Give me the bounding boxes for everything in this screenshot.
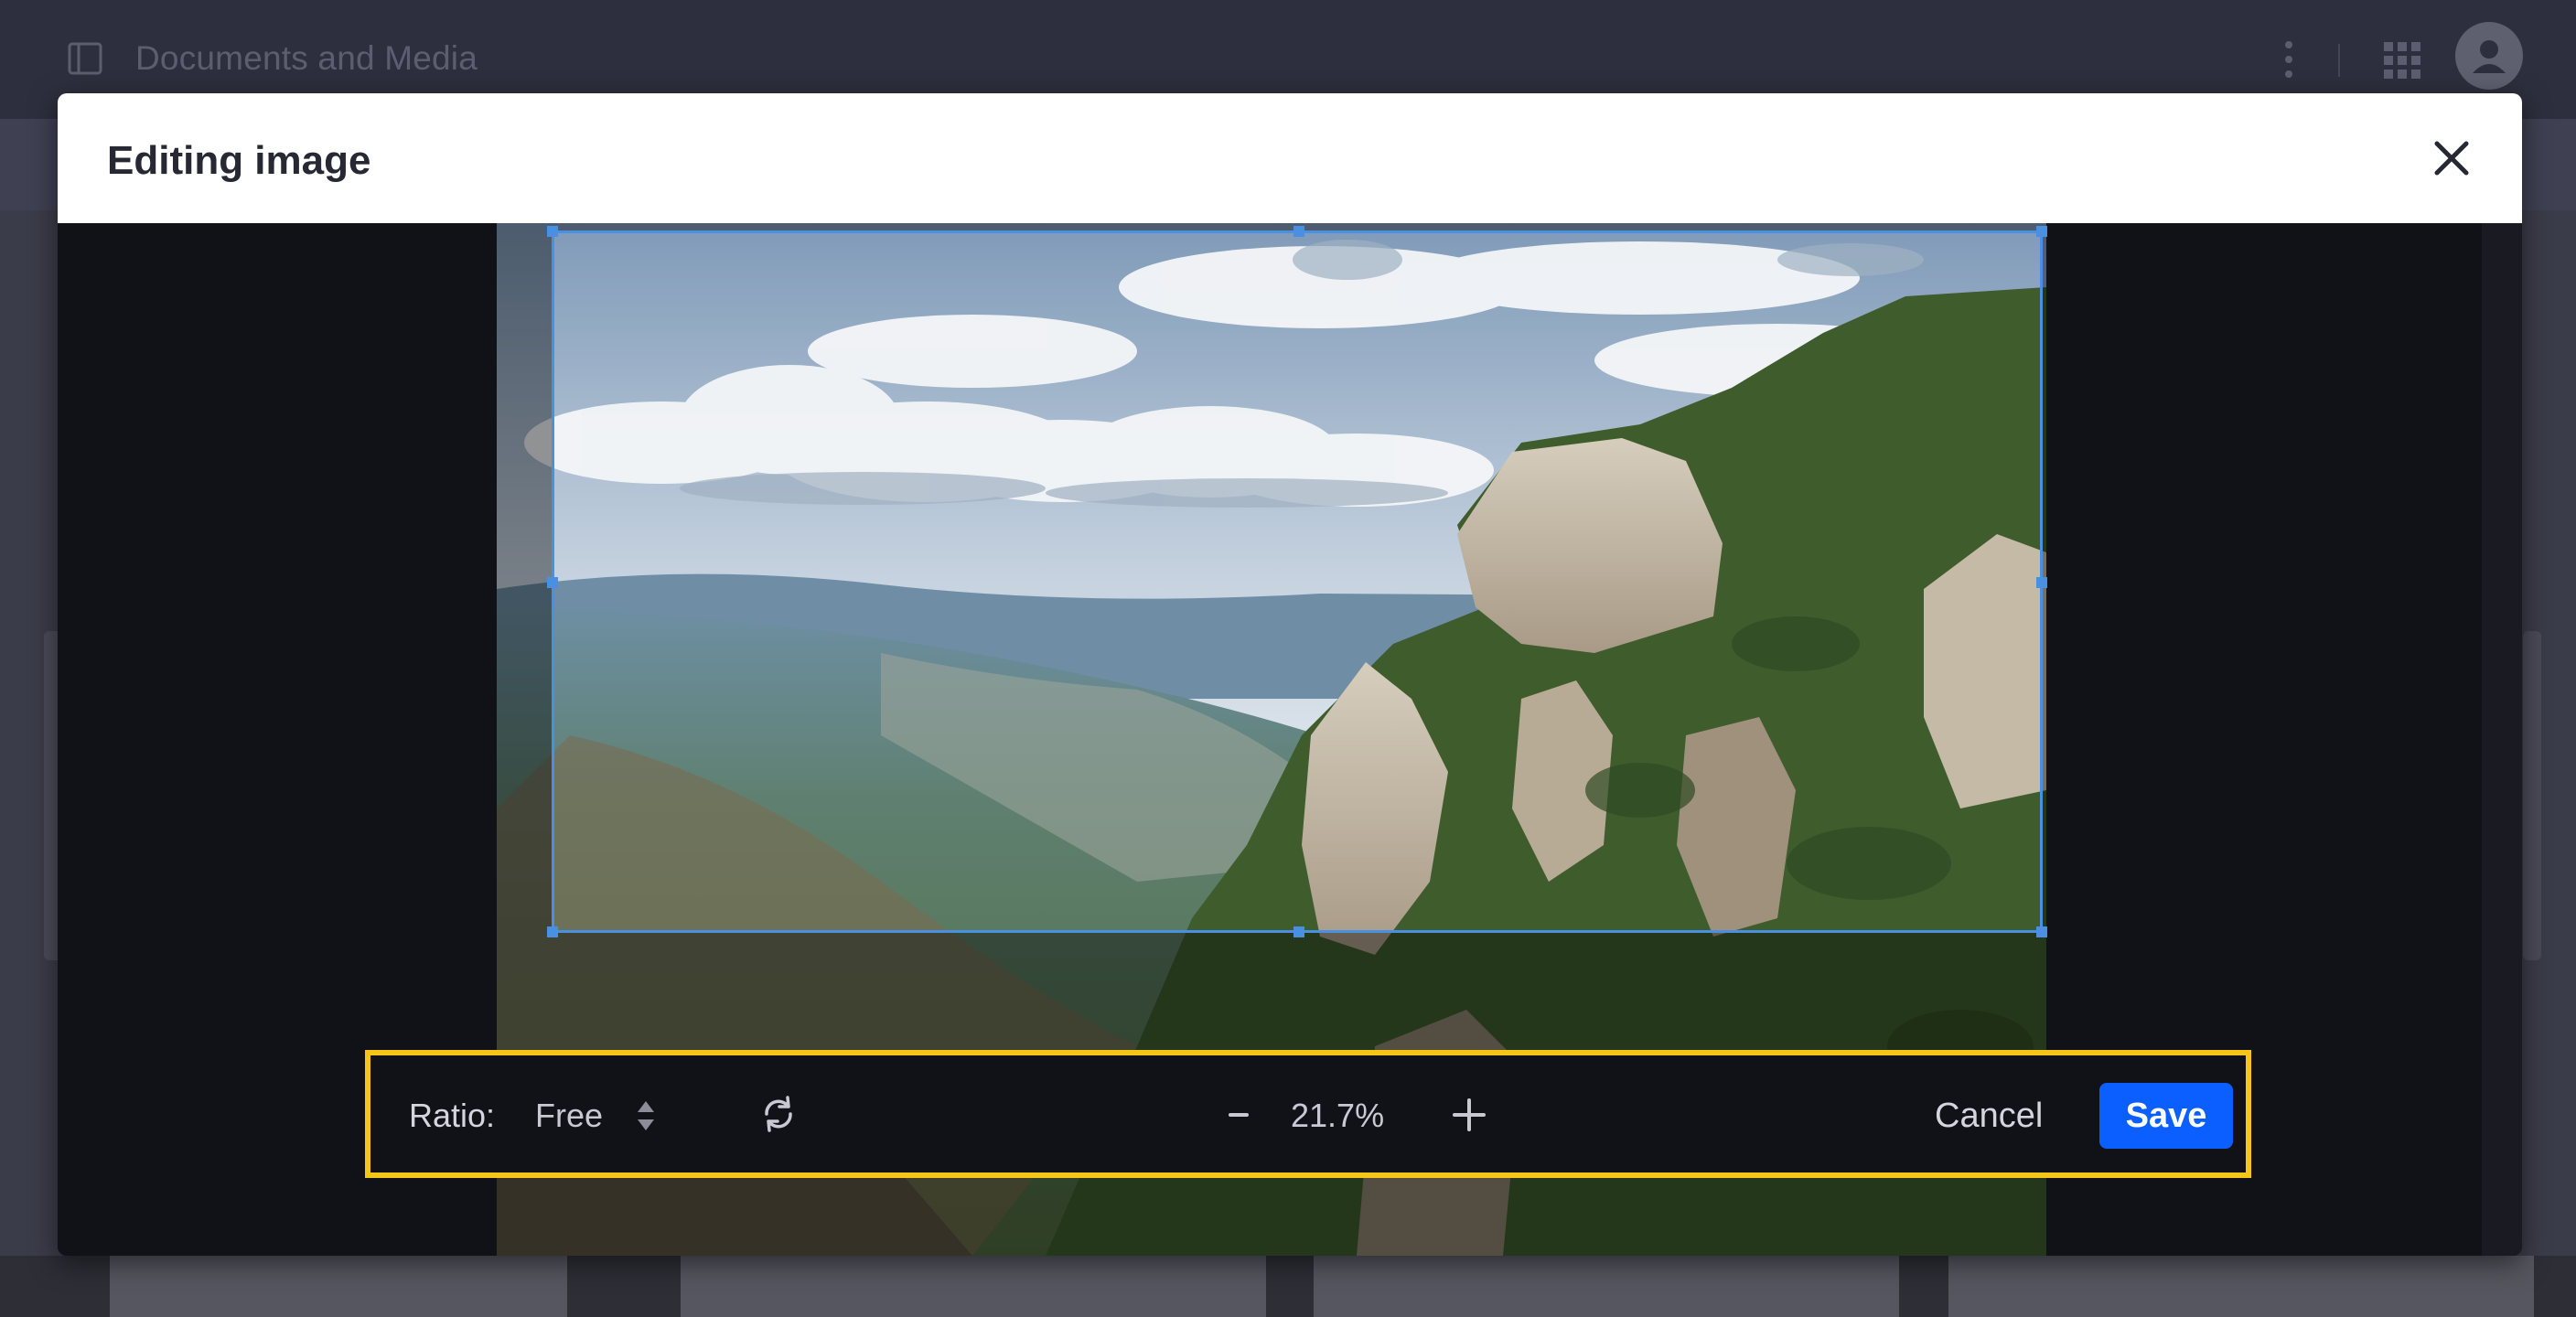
sort-caret-icon [638, 1101, 654, 1130]
crop-handle-left[interactable] [547, 577, 558, 588]
background-thumbnail [1948, 1256, 2534, 1317]
modal-header: Editing image [58, 93, 2522, 223]
crop-handle-bottom-right[interactable] [2036, 926, 2047, 937]
background-thumbnail [1314, 1256, 1899, 1317]
ratio-value: Free [535, 1097, 604, 1134]
minus-icon[interactable] [1212, 1088, 1265, 1141]
app-title: Documents and Media [135, 39, 478, 77]
crop-handle-top-left[interactable] [547, 226, 558, 237]
ratio-label: Ratio: [409, 1097, 496, 1134]
crop-handle-right[interactable] [2036, 577, 2047, 588]
save-button[interactable]: Save [2099, 1083, 2233, 1149]
rotate-icon[interactable] [758, 1094, 799, 1134]
modal-title: Editing image [107, 138, 371, 183]
user-avatar-icon[interactable] [2455, 22, 2523, 90]
crop-handle-bottom-left[interactable] [547, 926, 558, 937]
ratio-select[interactable]: Free [535, 1083, 700, 1149]
zoom-value: 21.7% [1291, 1097, 1385, 1134]
page-bottom-strip [0, 1256, 2576, 1317]
crop-handle-bottom[interactable] [1293, 926, 1304, 937]
background-card [2523, 631, 2541, 960]
kebab-menu-icon[interactable] [2280, 38, 2298, 80]
crop-handle-top-right[interactable] [2036, 226, 2047, 237]
background-thumbnail [110, 1256, 567, 1317]
topbar-divider [2338, 44, 2340, 77]
sidebar-toggle-icon[interactable] [68, 42, 102, 75]
cancel-button[interactable]: Cancel [1926, 1083, 2052, 1149]
crop-handle-top[interactable] [1293, 226, 1304, 237]
close-icon[interactable] [2429, 135, 2474, 181]
modal-scroll-strip [2482, 223, 2522, 1256]
crop-selection-box[interactable] [547, 226, 2047, 937]
apps-grid-icon[interactable] [2384, 42, 2420, 79]
image-editor-modal: Editing image Ratio: Free 21.7% Cancel S… [58, 93, 2522, 1256]
background-thumbnail [681, 1256, 1266, 1317]
crop-toolbar: Ratio: Free 21.7% Cancel Save [365, 1050, 2251, 1178]
plus-icon[interactable] [1443, 1088, 1496, 1141]
